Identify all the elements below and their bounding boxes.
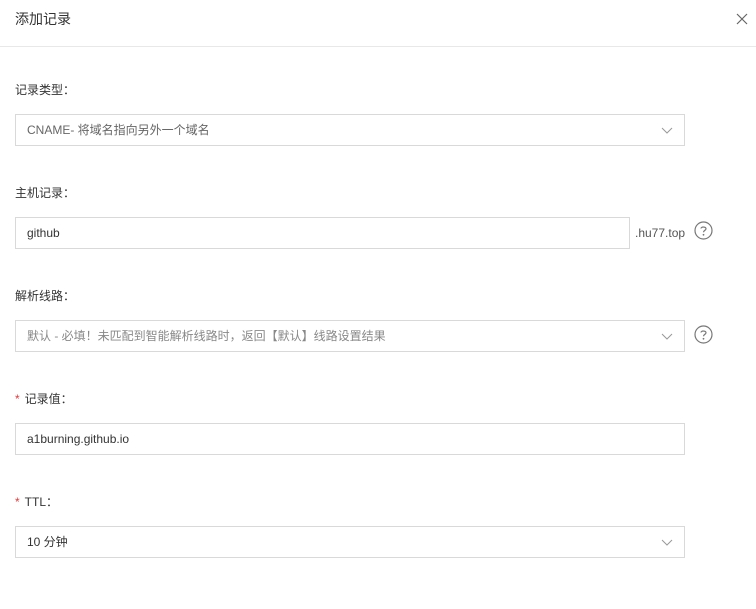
chevron-down-icon (661, 125, 673, 135)
chevron-down-icon (661, 331, 673, 341)
record-value-input[interactable]: a1burning.github.io (15, 423, 685, 455)
line-value: 默认 - 必填！未匹配到智能解析线路时，返回【默认】线路设置结果 (27, 329, 386, 343)
required-mark: * (15, 495, 20, 509)
line-select[interactable]: 默认 - 必填！未匹配到智能解析线路时，返回【默认】线路设置结果 (15, 320, 685, 352)
ttl-label-text: TTL： (24, 495, 59, 509)
ttl-select[interactable]: 10 分钟 (15, 526, 685, 558)
record-value-label-text: 记录值： (24, 392, 73, 406)
host-record-label: 主机记录： (15, 186, 76, 200)
question-circle-icon[interactable] (694, 325, 713, 344)
dialog-title: 添加记录 (15, 11, 71, 27)
close-icon[interactable] (734, 11, 750, 27)
ttl-value: 10 分钟 (27, 535, 68, 549)
chevron-down-icon (661, 537, 673, 547)
record-type-label: 记录类型： (15, 83, 76, 97)
record-type-select[interactable]: CNAME- 将域名指向另外一个域名 (15, 114, 685, 146)
host-record-input[interactable]: github (15, 217, 630, 249)
record-value-label: * 记录值： (15, 391, 73, 407)
question-circle-icon[interactable] (694, 221, 713, 240)
record-type-value: CNAME- 将域名指向另外一个域名 (27, 123, 210, 137)
domain-suffix: .hu77.top (635, 226, 686, 240)
ttl-label: * TTL： (15, 494, 58, 510)
dialog-header: 添加记录 (0, 0, 756, 47)
required-mark: * (15, 392, 20, 406)
line-label: 解析线路： (15, 289, 76, 303)
